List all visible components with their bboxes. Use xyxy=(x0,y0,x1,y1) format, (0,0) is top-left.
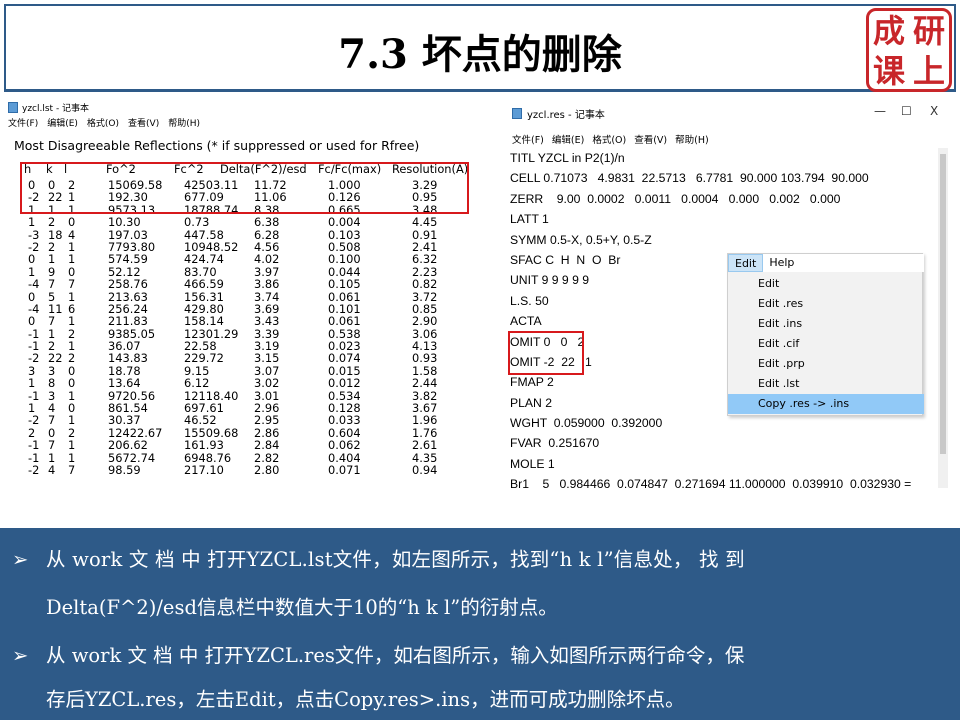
res-line: SYMM 0.5-X, 0.5+Y, 0.5-Z xyxy=(510,232,652,247)
table-cell: 0.94 xyxy=(412,462,438,477)
bullet-arrow-icon: ➢ xyxy=(12,548,29,571)
seal-char: 上 xyxy=(912,52,945,90)
res-line: Br1 5 0.984466 0.074847 0.271694 11.0000… xyxy=(510,477,912,488)
res-line: CELL 0.71073 4.9831 22.5713 6.7781 90.00… xyxy=(510,171,869,186)
logo-seal: 成 研 课 上 xyxy=(866,8,952,92)
maximize-icon[interactable]: ☐ xyxy=(901,104,912,118)
res-line: TITL YZCL in P2(1)/n xyxy=(510,151,625,165)
bullet-1-line-2: Delta(F^2)/esd信息栏中数值大于10的“h k l”的衍射点。 xyxy=(46,596,558,619)
table-cell: 7 xyxy=(68,462,76,477)
menu-view[interactable]: 查看(V) xyxy=(634,132,667,146)
ctx-menu-item[interactable]: Edit .lst xyxy=(728,374,924,394)
bullet-1-line-1: 从 work 文 档 中 打开YZCL.lst文件，如左图所示，找到“h k l… xyxy=(46,548,745,571)
minimize-icon[interactable]: — xyxy=(874,104,886,118)
bullet-2-line-2: 存后YZCL.res，左击Edit，点击Copy.res>.ins，进而可成功删… xyxy=(46,688,685,711)
menu-edit[interactable]: 编辑(E) xyxy=(47,116,78,130)
res-line: FVAR 0.251670 xyxy=(510,436,600,451)
bullet-2-line-1: 从 work 文 档 中 打开YZCL.res文件，如右图所示，输入如图所示两行… xyxy=(46,644,745,667)
lst-heading: Most Disagreeable Reflections (* if supp… xyxy=(14,138,420,153)
ctx-menu-item[interactable]: Edit .prp xyxy=(728,354,924,374)
ctx-menu-item[interactable]: Edit .ins xyxy=(728,314,924,334)
lst-window-title: yzcl.lst - 记事本 xyxy=(22,103,90,114)
menu-help[interactable]: 帮助(H) xyxy=(675,132,709,146)
menu-help[interactable]: 帮助(H) xyxy=(168,116,200,130)
res-window-title: yzcl.res - 记事本 xyxy=(527,110,605,121)
res-menubar: 文件(F) 编辑(E) 格式(O) 查看(V) 帮助(H) xyxy=(512,132,709,146)
lst-notepad-window: yzcl.lst - 记事本 文件(F) 编辑(E) 格式(O) 查看(V) 帮… xyxy=(8,98,506,488)
table-cell: 217.10 xyxy=(184,462,224,477)
menu-file[interactable]: 文件(F) xyxy=(512,132,544,146)
res-window-titlebar: yzcl.res - 记事本 xyxy=(512,106,605,121)
slide-header: 7.3 坏点的删除 成 研 课 上 xyxy=(0,0,960,96)
bullet-arrow-icon: ➢ xyxy=(12,644,29,667)
menu-format[interactable]: 格式(O) xyxy=(87,116,119,130)
menu-view[interactable]: 查看(V) xyxy=(128,116,159,130)
ctx-menu-item[interactable]: Edit .cif xyxy=(728,334,924,354)
ctx-menu-item[interactable]: Edit .res xyxy=(728,294,924,314)
seal-char: 研 xyxy=(912,12,945,50)
menubar-edit[interactable]: Edit xyxy=(728,254,764,272)
highlight-box-hkl xyxy=(20,162,469,214)
table-cell: 2.80 xyxy=(254,462,280,477)
notepad-icon xyxy=(512,108,522,119)
table-cell: 4 xyxy=(48,462,56,477)
ctx-menubar: Edit Help xyxy=(728,254,924,272)
highlight-box-omit xyxy=(508,331,584,375)
lst-menubar: 文件(F) 编辑(E) 格式(O) 查看(V) 帮助(H) xyxy=(8,116,200,130)
res-line: LATT 1 xyxy=(510,212,549,227)
table-cell: 0.071 xyxy=(328,462,361,477)
notepad-icon xyxy=(8,101,18,113)
ctx-menu-item[interactable]: Edit xyxy=(728,274,924,294)
seal-char: 课 xyxy=(872,52,905,90)
edit-context-menu: Edit Help Edit Edit .res Edit .ins Edit .ci… xyxy=(727,253,924,416)
lst-window-titlebar: yzcl.lst - 记事本 xyxy=(8,100,89,114)
seal-char: 成 xyxy=(872,12,905,50)
menu-file[interactable]: 文件(F) xyxy=(8,116,38,130)
res-line: WGHT 0.059000 0.392000 xyxy=(510,416,663,431)
scrollbar-thumb[interactable] xyxy=(940,154,946,454)
menu-format[interactable]: 格式(O) xyxy=(592,132,626,146)
menu-edit[interactable]: 编辑(E) xyxy=(552,132,584,146)
menubar-help[interactable]: Help xyxy=(763,254,800,272)
res-scrollbar[interactable] xyxy=(938,148,948,488)
res-line: MOLE 1 xyxy=(510,456,555,471)
bullet-panel: ➢ 从 work 文 档 中 打开YZCL.lst文件，如左图所示，找到“h k… xyxy=(0,528,960,720)
table-cell: -2 xyxy=(28,462,40,477)
ctx-menu-item[interactable]: Copy .res -> .ins xyxy=(728,394,924,414)
table-cell: 98.59 xyxy=(108,462,141,477)
slide-title: 7.3 坏点的删除 xyxy=(338,31,622,78)
close-icon[interactable]: X xyxy=(930,104,938,118)
res-line: ZERR 9.00 0.0002 0.0011 0.0004 0.000 0.0… xyxy=(510,191,841,206)
